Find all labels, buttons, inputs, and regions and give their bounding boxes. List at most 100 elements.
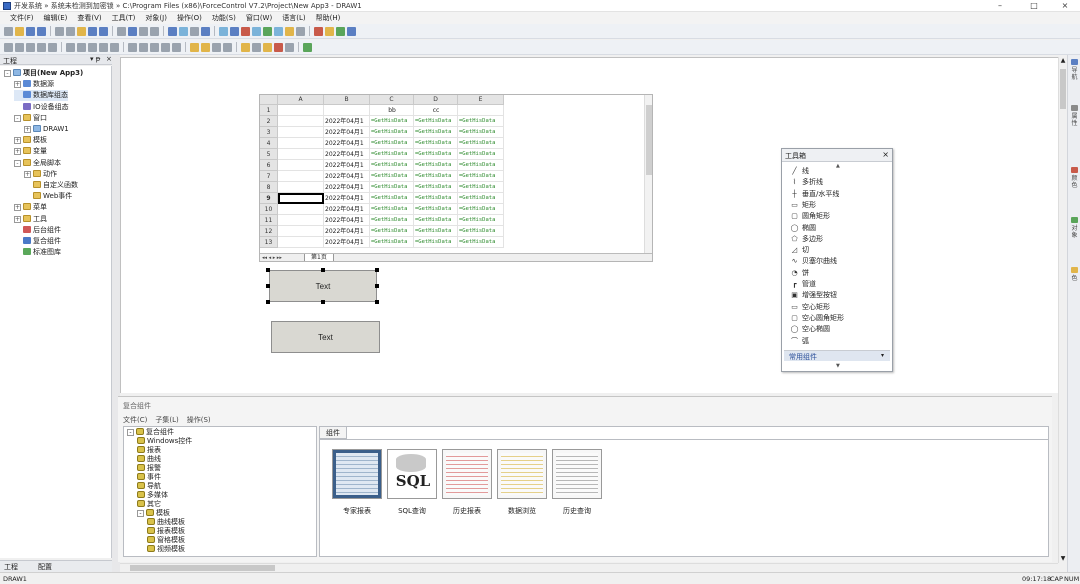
panel-pin-icon[interactable]: ▾ ᵽ [90,55,100,63]
row-header[interactable]: 1 [260,105,278,116]
pointer-icon[interactable] [117,27,126,36]
ungroup-icon[interactable] [201,43,210,52]
collapse-icon[interactable]: - [127,429,134,436]
menu-window[interactable]: 窗口(W) [241,12,277,24]
expand-icon[interactable]: + [14,81,21,89]
sheet-cell[interactable]: =GetHisData [414,237,458,248]
tree-item[interactable]: - 全局脚本 [14,158,61,169]
dock-tab[interactable]: 导航 [1070,59,1079,81]
rotate-icon[interactable] [128,43,137,52]
globe-icon[interactable] [252,27,261,36]
text-ab-icon[interactable] [285,43,294,52]
toolbox-item[interactable]: ┏ 管道 [790,279,816,290]
delete-icon[interactable] [241,27,250,36]
screen-icon[interactable] [230,27,239,36]
layout-icon[interactable] [219,27,228,36]
tree-item[interactable]: + 工具 [14,214,47,225]
composite-tree-item[interactable]: - 模板 [137,509,170,518]
column-header[interactable]: A [278,95,324,105]
menu-edit[interactable]: 编辑(E) [39,12,73,24]
sheet-cell[interactable]: =GetHisData [414,138,458,149]
row-header[interactable]: 4 [260,138,278,149]
expand-icon[interactable]: + [24,170,31,178]
sheet-cell[interactable]: =GetHisData [370,226,414,237]
resize-handle[interactable] [375,284,379,288]
sheet-cell[interactable]: 2022年04月1 [324,204,370,215]
toolbox-item[interactable]: ∿ 贝塞尔曲线 [790,256,837,267]
menu-file[interactable]: 文件(F) [5,12,39,24]
tree-item[interactable]: IO设备组态 [14,102,69,113]
tree-item[interactable]: + 动作 [24,169,57,180]
resize-handle[interactable] [321,268,325,272]
sheet-tab[interactable]: 第1页 [304,254,334,261]
row-header[interactable]: 7 [260,171,278,182]
sheet-cell[interactable]: =GetHisData [370,160,414,171]
row-header[interactable]: 11 [260,215,278,226]
sheet-cell[interactable]: =GetHisData [370,127,414,138]
sheet-cell[interactable]: =GetHisData [414,182,458,193]
toolbox-item[interactable]: ╱ 线 [790,166,809,177]
collapse-icon[interactable]: - [14,114,21,122]
settings-icon[interactable] [347,27,356,36]
report-component-icon[interactable] [332,449,382,499]
toolbox-item[interactable]: ◯ 空心椭圆 [790,324,830,335]
menu-function[interactable]: 功能(S) [207,12,241,24]
toolbox-item[interactable]: ┼ 垂直/水平线 [790,189,839,200]
sheet-cell[interactable] [278,193,324,204]
toolbox-item[interactable]: ▢ 圆角矩形 [790,211,830,222]
sheet-cell[interactable]: 2022年04月1 [324,193,370,204]
row-header[interactable]: 10 [260,204,278,215]
sheet-cell[interactable]: 2022年04月1 [324,226,370,237]
dock-tab[interactable]: 颜色 [1070,167,1079,189]
column-header[interactable] [260,95,278,105]
toolbox-item[interactable]: ▭ 空心矩形 [790,302,830,313]
group-icon[interactable] [190,43,199,52]
sheet-vertical-scrollbar[interactable] [644,95,652,253]
alarm-icon[interactable] [314,27,323,36]
collapse-icon[interactable]: - [14,159,21,167]
sheet-cell[interactable]: =GetHisData [414,160,458,171]
front-icon[interactable] [161,43,170,52]
scroll-up-icon[interactable]: ▲ [836,163,840,169]
tree-item[interactable]: - 项目(New App3) [4,68,83,79]
expand-icon[interactable]: + [24,126,31,133]
tab-project[interactable]: 工程 [4,562,18,572]
sheet-cell[interactable]: =GetHisData [370,171,414,182]
menu-language[interactable]: 语言(L) [277,12,310,24]
chart-icon[interactable] [179,27,188,36]
window-icon[interactable] [190,27,199,36]
sheet-cell[interactable] [278,105,324,116]
sheet-cell[interactable]: =GetHisData [414,226,458,237]
sheet-cell[interactable]: =GetHisData [458,237,504,248]
menu-tools[interactable]: 工具(T) [107,12,141,24]
sheet-cell[interactable]: =GetHisData [370,182,414,193]
resize-handle[interactable] [266,300,270,304]
row-header[interactable]: 2 [260,116,278,127]
dock-tab[interactable]: 属性 [1070,105,1079,127]
row-header[interactable]: 3 [260,127,278,138]
same-size-icon[interactable] [110,43,119,52]
sheet-cell[interactable] [278,226,324,237]
minimize-button[interactable]: – [984,0,1016,12]
query-component-icon[interactable] [552,449,602,499]
new-file-icon[interactable] [4,27,13,36]
grid-icon[interactable] [128,27,137,36]
save-all-icon[interactable] [37,27,46,36]
expand-icon[interactable]: + [14,137,21,145]
toolbox-item[interactable]: ⬠ 多边形 [790,234,823,245]
toolbox-item[interactable]: ◿ 切 [790,245,809,256]
font-icon[interactable] [263,43,272,52]
table-icon[interactable] [150,27,159,36]
undo-icon[interactable] [88,27,97,36]
sheet-cell[interactable]: =GetHisData [414,127,458,138]
toolbox-close-icon[interactable]: × [882,150,889,159]
run-icon[interactable] [201,27,210,36]
scroll-thumb[interactable] [130,565,275,571]
canvas-text-button-selected[interactable]: Text [269,270,377,302]
sheet-cell[interactable]: =GetHisData [458,171,504,182]
composite-tree-item[interactable]: 曲线模板 [147,518,185,527]
sheet-cell[interactable] [278,182,324,193]
tree-item[interactable]: + 菜单 [14,202,47,213]
tree-item[interactable]: 标准图库 [14,247,61,258]
sheet-cell[interactable] [278,160,324,171]
